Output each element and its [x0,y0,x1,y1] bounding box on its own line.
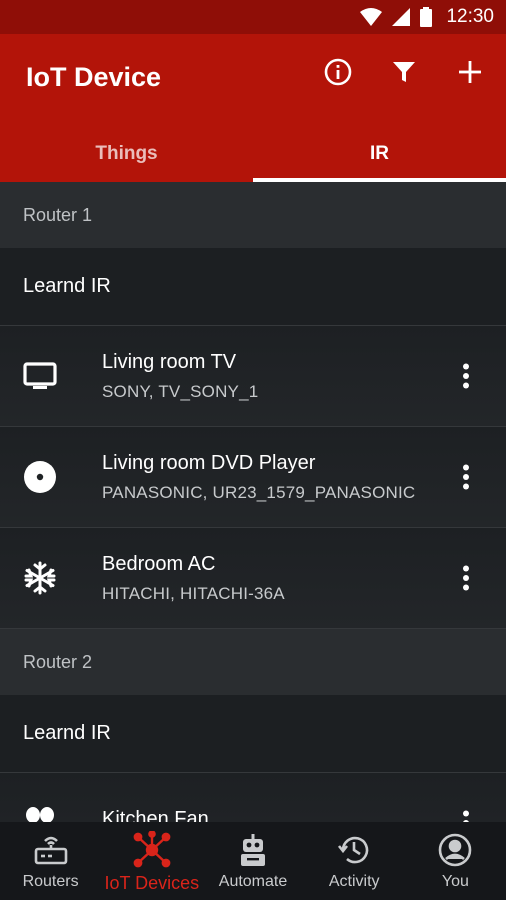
fan-icon [0,806,80,822]
cell-signal-icon [392,8,411,26]
bottom-navigation: Routers IoT Devices Automate Activity Yo… [0,822,506,900]
more-vert-icon [463,565,469,591]
list-item-living-room-tv[interactable]: Living room TV SONY, TV_SONY_1 [0,326,506,427]
add-button[interactable] [454,56,486,88]
account-icon [438,831,472,869]
more-options-button[interactable] [444,773,488,822]
filter-button[interactable] [388,56,420,88]
robot-icon [236,831,270,869]
wifi-icon [360,8,383,26]
history-icon [337,831,371,869]
nav-label: IoT Devices [104,873,200,893]
nav-activity[interactable]: Activity [304,822,405,900]
tv-icon [0,362,80,390]
router-icon [33,831,69,869]
list-item-bedroom-ac[interactable]: Bedroom AC HITACHI, HITACHI-36A [0,528,506,629]
snowflake-icon [0,561,80,595]
disc-icon [0,460,80,494]
status-bar: 12:30 [0,0,506,34]
device-name: Living room TV [102,350,237,373]
learned-ir-header: Learnd IR [0,248,506,326]
ir-device-list[interactable]: Router 1 Learnd IR Living room TV SONY, … [0,182,506,822]
info-button[interactable] [322,56,354,88]
nav-routers[interactable]: Routers [0,822,101,900]
nav-label: Automate [218,873,288,890]
router-header: Router 2 [0,629,506,695]
nav-label: You [441,873,469,890]
tab-ir[interactable]: IR [253,126,506,182]
device-name: Living room DVD Player [102,451,316,474]
device-detail: HITACHI, HITACHI-36A [102,583,285,603]
plus-icon [459,61,481,83]
learned-ir-header: Learnd IR [0,695,506,773]
more-options-button[interactable] [444,528,488,628]
more-options-button[interactable] [444,427,488,527]
battery-icon [420,7,433,27]
nav-iot-devices[interactable]: IoT Devices [101,822,202,900]
device-detail: SONY, TV_SONY_1 [102,381,259,401]
status-time: 12:30 [446,6,494,27]
router-header: Router 1 [0,182,506,248]
list-item-kitchen-fan[interactable]: Kitchen Fan [0,773,506,822]
device-name: Bedroom AC [102,552,216,575]
tab-bar: Things IR [0,126,506,182]
iot-network-icon [132,831,172,869]
device-detail: PANASONIC, UR23_1579_PANASONIC [102,482,416,502]
filter-icon [393,62,415,82]
nav-you[interactable]: You [405,822,506,900]
more-vert-icon [463,464,469,490]
nav-label: Activity [328,873,380,890]
device-name: Kitchen Fan [102,807,209,823]
info-icon [324,58,352,86]
more-vert-icon [463,810,469,822]
app-bar: IoT Device Things IR [0,34,506,182]
more-options-button[interactable] [444,326,488,426]
nav-automate[interactable]: Automate [202,822,303,900]
nav-label: Routers [22,873,79,890]
tab-things[interactable]: Things [0,126,253,182]
app-bar-actions [322,56,486,88]
more-vert-icon [463,363,469,389]
page-title: IoT Device [26,62,162,92]
list-item-living-room-dvd[interactable]: Living room DVD Player PANASONIC, UR23_1… [0,427,506,528]
